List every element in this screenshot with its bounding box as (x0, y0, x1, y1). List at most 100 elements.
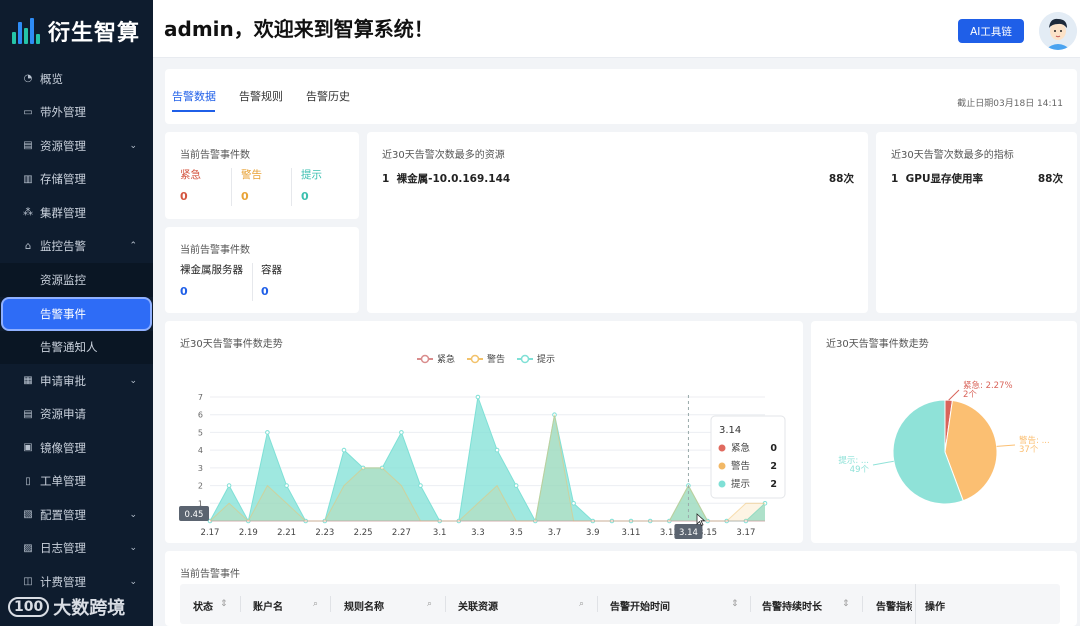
sidebar-item-label: 告警通知人 (40, 340, 98, 355)
sidebar-item[interactable]: ▯ 工单管理 (0, 465, 153, 499)
top-metric-row[interactable]: 1 GPU显存使用率 88次 (891, 171, 1063, 186)
data-point[interactable] (475, 394, 481, 400)
search-icon[interactable]: ⌕ (313, 598, 318, 609)
type-baremetal-count[interactable]: 0 (180, 285, 188, 298)
chevron-down-icon[interactable]: ⌄ (129, 577, 137, 587)
ai-toolchain-button[interactable]: AI工具链 (958, 19, 1024, 43)
sidebar-item-label: 概览 (40, 71, 63, 86)
pie-chart[interactable]: 紧急: 2.27%2个警告: ...37个提示: ...49个 (811, 321, 1077, 543)
tooltip-value: 0 (770, 443, 777, 454)
legend-marker (470, 354, 480, 364)
x-tick-label: 2.23 (315, 528, 334, 538)
legend-label[interactable]: 警告 (487, 353, 505, 365)
x-tick-label: 3.7 (548, 528, 562, 538)
config-icon: ▧ (23, 509, 33, 521)
sidebar-item[interactable]: ▣ 镜像管理 (0, 431, 153, 465)
chevron-down-icon[interactable]: ⌄ (129, 141, 137, 151)
chevron-up-icon[interactable]: ⌃ (129, 241, 137, 251)
cluster-icon: ⁂ (23, 207, 33, 219)
approval-icon: ▦ (23, 375, 33, 387)
divider (252, 263, 253, 301)
data-point[interactable] (265, 430, 270, 435)
pie-chart-card: 近30天告警事件数走势 紧急: 2.27% 2个 警告: ... 37个 提示: ...… (811, 321, 1077, 543)
data-point[interactable] (284, 483, 289, 488)
chevron-down-icon[interactable]: ⌄ (129, 510, 137, 520)
sidebar-item[interactable]: ◔ 概览 (0, 62, 153, 96)
dashboard-icon: ◔ (23, 73, 33, 85)
sidebar-item[interactable]: 告警通知人 (0, 330, 153, 364)
sort-icon[interactable]: ⇕ (731, 598, 739, 609)
top-resource-row[interactable]: 1 裸金属-10.0.169.144 88次 (382, 171, 854, 186)
sidebar-item[interactable]: ▤ 资源申请 (0, 398, 153, 432)
pie-label-count: 49个 (850, 465, 870, 475)
x-pointer-label: 3.14 (679, 528, 698, 538)
sidebar-item-label: 资源监控 (40, 272, 86, 287)
tab-alert-rules[interactable]: 告警规则 (239, 88, 283, 104)
column-resource[interactable]: 关联资源 (458, 598, 498, 613)
sidebar: 衍生智算 ◔ 概览 ▭ 带外管理 ▤ 资源管理 ⌄ ▥ 存储管理 ⁂ 集群管理 ⌂ 监控告警 ⌃ 资源监控告… (0, 0, 153, 626)
level-warning-label: 警告 (241, 169, 262, 181)
events-table-title: 当前告警事件 (180, 569, 240, 580)
data-point[interactable] (399, 430, 404, 435)
metric-count: 88次 (1037, 173, 1063, 185)
sidebar-item-label: 日志管理 (40, 541, 86, 556)
sidebar-item[interactable]: ▨ 日志管理 ⌄ (0, 532, 153, 566)
column-metric[interactable]: 告警指标 (876, 598, 912, 613)
data-point[interactable] (418, 483, 423, 488)
tooltip-value: 2 (770, 479, 777, 490)
level-urgent-count[interactable]: 0 (180, 190, 188, 203)
y-tick-label: 2 (198, 482, 203, 491)
type-container-count[interactable]: 0 (261, 285, 269, 298)
logo-text: 衍生智算 (48, 21, 141, 46)
column-start-time[interactable]: 告警开始时间 (610, 598, 670, 613)
sidebar-item[interactable]: ⁂ 集群管理 (0, 196, 153, 230)
x-tick-label: 3.5 (509, 528, 523, 538)
sort-icon[interactable]: ⇕ (220, 598, 228, 609)
data-point[interactable] (494, 447, 500, 453)
chevron-down-icon[interactable]: ⌄ (129, 543, 137, 553)
sidebar-item[interactable]: ⌂ 监控告警 ⌃ (0, 230, 153, 264)
level-urgent-label: 紧急 (180, 169, 201, 181)
legend-label[interactable]: 紧急 (437, 353, 455, 365)
pie-label-count: 37个 (1019, 445, 1039, 455)
chevron-down-icon[interactable]: ⌄ (129, 376, 137, 386)
data-point[interactable] (571, 501, 576, 506)
column-rule-name[interactable]: 规则名称 (344, 598, 384, 613)
events-table-card: 当前告警事件 状态 ⇕ 账户名 ⌕ 规则名称 ⌕ 关联资源 ⌕ 告警开始时间 ⇕… (165, 551, 1077, 626)
search-icon[interactable]: ⌕ (427, 598, 432, 609)
sidebar-item[interactable]: 资源监控 (0, 263, 153, 297)
sort-icon[interactable]: ⇕ (842, 598, 850, 609)
sidebar-item[interactable]: ▧ 配置管理 ⌄ (0, 498, 153, 532)
sidebar-item[interactable]: ▭ 带外管理 (0, 96, 153, 130)
sidebar-item[interactable]: ▤ 资源管理 ⌄ (0, 129, 153, 163)
level-hint-label: 提示 (301, 169, 322, 181)
terminal-icon: ▭ (23, 106, 33, 118)
type-baremetal-label: 裸金属服务器 (180, 264, 243, 276)
column-account[interactable]: 账户名 (253, 598, 283, 613)
logo-mark-icon (12, 18, 40, 44)
tab-alert-history[interactable]: 告警历史 (306, 88, 350, 104)
column-duration[interactable]: 告警持续时长 (762, 598, 822, 613)
tooltip-label: 警告 (731, 460, 750, 472)
sidebar-item[interactable]: ▦ 申请审批 ⌄ (0, 364, 153, 398)
logo[interactable]: 衍生智算 (0, 0, 153, 62)
tooltip-label: 提示 (731, 478, 750, 490)
column-status[interactable]: 状态 (193, 598, 213, 613)
data-point[interactable] (341, 447, 347, 453)
avatar[interactable] (1039, 12, 1077, 50)
tab-alert-data[interactable]: 告警数据 (172, 88, 216, 104)
level-warning-count[interactable]: 0 (241, 190, 249, 203)
search-icon[interactable]: ⌕ (579, 598, 584, 609)
data-point[interactable] (513, 483, 519, 488)
trend-chart[interactable]: 紧急 警告 提示12345672.17 2.19 2.21 2.23 2.25 2.27 3.1… (165, 321, 803, 543)
x-tick-label: 2.27 (392, 528, 411, 538)
sidebar-item[interactable]: ▥ 存储管理 (0, 163, 153, 197)
sidebar-item[interactable]: 告警事件 (3, 298, 150, 329)
divider (915, 584, 916, 624)
level-hint-count[interactable]: 0 (301, 190, 309, 203)
data-point[interactable] (226, 483, 232, 488)
current-events-type-card: 当前告警事件数 裸金属服务器 容器 0 0 (165, 227, 359, 313)
sidebar-item-label: 配置管理 (40, 507, 86, 522)
sidebar-item-label: 工单管理 (40, 474, 86, 489)
legend-label[interactable]: 提示 (537, 354, 555, 365)
